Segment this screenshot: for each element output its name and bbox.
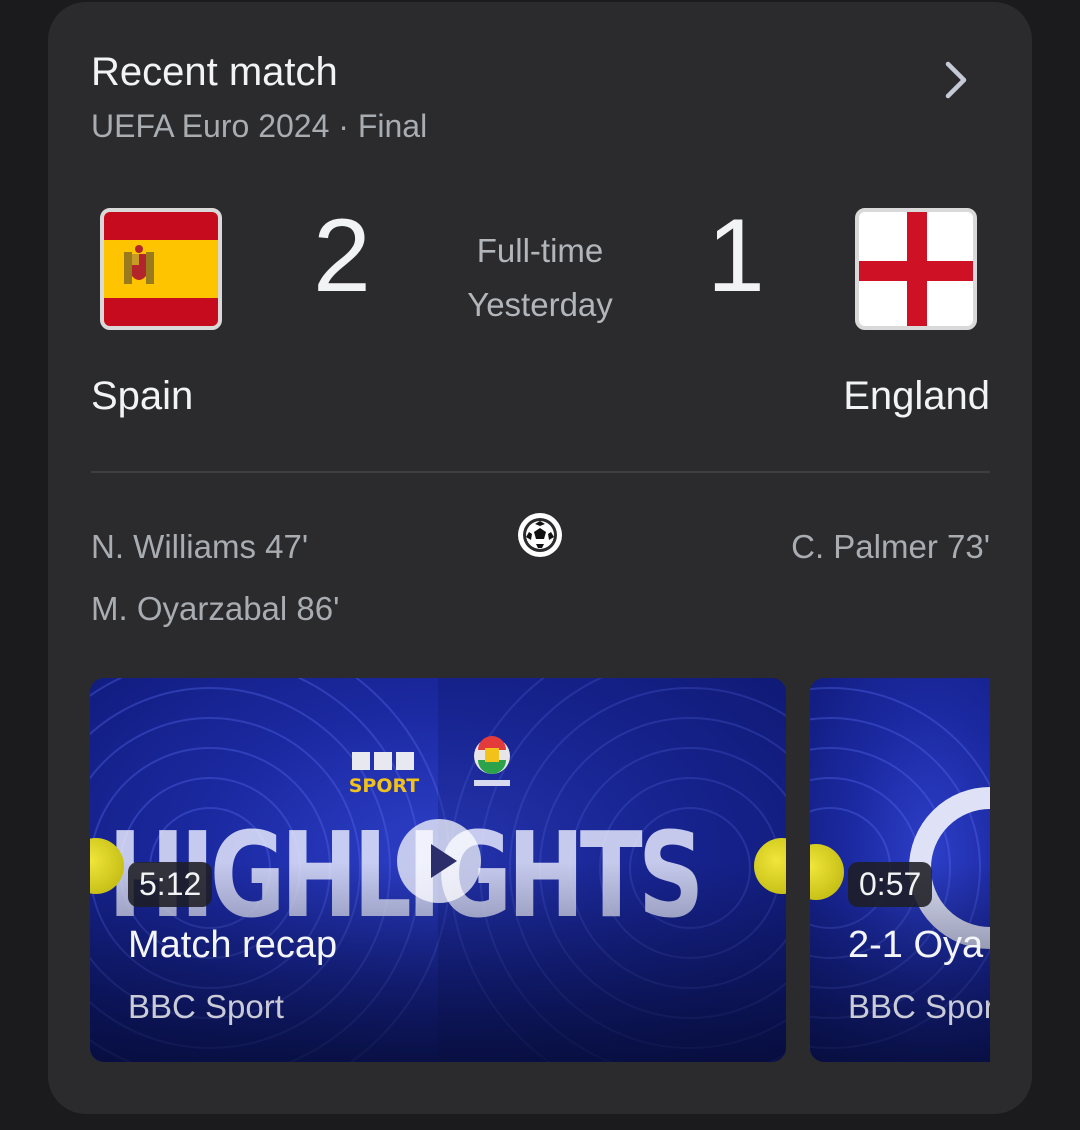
- euro-2024-logo: [474, 736, 510, 786]
- video-source: BBC Spor: [848, 988, 990, 1025]
- bbc-sport-logo-text: SPORT: [349, 775, 420, 797]
- bbc-sport-logo: SPORT: [348, 750, 424, 803]
- away-team-name[interactable]: England: [843, 374, 990, 419]
- match-date-label: Yesterday: [467, 286, 613, 323]
- competition-subtitle: UEFA Euro 2024 · Final: [91, 108, 428, 144]
- spain-flag-icon: [100, 208, 222, 330]
- divider: [91, 471, 990, 473]
- match-status-label: Full-time: [476, 232, 604, 269]
- card-title: Recent match: [91, 50, 338, 94]
- match-status: Full-time Yesterday: [428, 224, 652, 332]
- video-source: BBC Sport: [128, 988, 284, 1025]
- recent-match-card[interactable]: Recent match UEFA Euro 2024 · Final 2 Fu…: [48, 2, 1032, 1114]
- video-card[interactable]: 0:57 2-1 Oya BBC Spor: [810, 678, 990, 1062]
- video-title: 2-1 Oya: [848, 924, 984, 966]
- chevron-right-icon[interactable]: [934, 58, 978, 102]
- away-scorer: C. Palmer 73': [791, 528, 990, 565]
- soccer-ball-icon: [518, 513, 562, 557]
- home-team-name[interactable]: Spain: [91, 374, 193, 419]
- home-scorer: M. Oyarzabal 86': [91, 590, 340, 627]
- duration-badge: 0:57: [848, 862, 933, 907]
- duration-badge: 5:12: [128, 862, 213, 907]
- video-carousel[interactable]: SPORT HIGHLIGHTS 5:12 Match recap BBC Sp…: [90, 678, 990, 1062]
- home-scorer: N. Williams 47': [91, 528, 309, 565]
- play-icon[interactable]: [396, 818, 482, 904]
- video-title: Match recap: [128, 924, 338, 966]
- england-flag-icon: [855, 208, 977, 330]
- home-score: 2: [313, 198, 371, 314]
- video-card[interactable]: SPORT HIGHLIGHTS 5:12 Match recap BBC Sp…: [90, 678, 786, 1062]
- away-score: 1: [707, 198, 765, 314]
